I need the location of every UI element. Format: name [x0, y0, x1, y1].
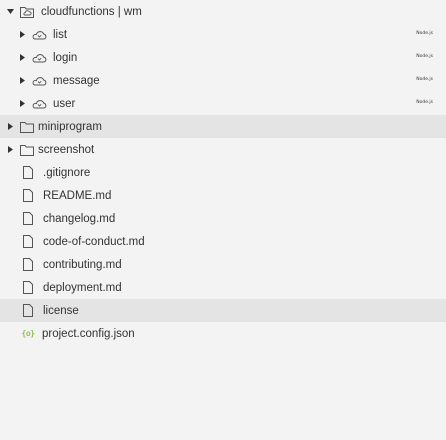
tree-item-label: screenshot	[38, 143, 95, 156]
folder-icon	[19, 143, 35, 157]
tree-item-cloud-function[interactable]: list Node.js	[0, 23, 446, 46]
tree-item-label: license	[43, 304, 79, 317]
tree-item-cloudfunctions[interactable]: cloudfunctions | wm	[0, 0, 446, 23]
tree-item-file[interactable]: .gitignore	[0, 161, 446, 184]
chevron-down-icon[interactable]	[6, 7, 15, 17]
cloud-folder-icon	[19, 5, 35, 19]
tree-item-cloud-function[interactable]: user Node.js	[0, 92, 446, 115]
tree-item-cloud-function[interactable]: message Node.js	[0, 69, 446, 92]
chevron-right-icon[interactable]	[6, 122, 15, 132]
tree-item-folder-miniprogram[interactable]: miniprogram	[0, 115, 446, 138]
tree-item-label: login	[53, 51, 78, 64]
file-icon	[20, 258, 36, 272]
chevron-right-icon[interactable]	[18, 30, 27, 40]
json-braces-icon: {o}	[21, 329, 35, 338]
tree-item-label: miniprogram	[38, 120, 102, 133]
cloud-function-icon	[31, 51, 47, 65]
file-icon	[20, 304, 36, 318]
tree-item-cloud-function[interactable]: login Node.js	[0, 46, 446, 69]
nodejs-runtime-badge: Node.js	[416, 31, 433, 36]
tree-item-label: .gitignore	[43, 166, 91, 179]
file-icon	[20, 212, 36, 226]
tree-item-label: cloudfunctions | wm	[41, 5, 142, 18]
cloud-function-icon	[31, 28, 47, 42]
file-icon	[20, 235, 36, 249]
tree-item-file[interactable]: contributing.md	[0, 253, 446, 276]
file-icon	[20, 166, 36, 180]
tree-item-label: message	[53, 74, 100, 87]
nodejs-runtime-badge: Node.js	[416, 54, 433, 59]
tree-item-label: deployment.md	[43, 281, 122, 294]
tree-item-label: contributing.md	[43, 258, 122, 271]
tree-item-file[interactable]: deployment.md	[0, 276, 446, 299]
tree-item-label: README.md	[43, 189, 112, 202]
tree-item-file-project-config[interactable]: {o} project.config.json	[0, 322, 446, 345]
tree-item-label: changelog.md	[43, 212, 116, 225]
tree-item-file[interactable]: code-of-conduct.md	[0, 230, 446, 253]
cloud-function-icon	[31, 97, 47, 111]
tree-item-label: list	[53, 28, 68, 41]
file-icon	[20, 281, 36, 295]
nodejs-runtime-badge: Node.js	[416, 77, 433, 82]
chevron-right-icon[interactable]	[18, 76, 27, 86]
file-icon	[20, 189, 36, 203]
tree-item-label: user	[53, 97, 76, 110]
chevron-right-icon[interactable]	[18, 99, 27, 109]
chevron-right-icon[interactable]	[6, 145, 15, 155]
tree-item-file[interactable]: license	[0, 299, 446, 322]
tree-item-label: project.config.json	[42, 327, 135, 340]
tree-item-folder-screenshot[interactable]: screenshot	[0, 138, 446, 161]
file-explorer-tree: cloudfunctions | wm list Node.js login N…	[0, 0, 446, 345]
tree-item-file[interactable]: changelog.md	[0, 207, 446, 230]
chevron-right-icon[interactable]	[18, 53, 27, 63]
cloud-function-icon	[31, 74, 47, 88]
tree-item-label: code-of-conduct.md	[43, 235, 145, 248]
folder-icon	[19, 120, 35, 134]
tree-item-file[interactable]: README.md	[0, 184, 446, 207]
nodejs-runtime-badge: Node.js	[416, 100, 433, 105]
